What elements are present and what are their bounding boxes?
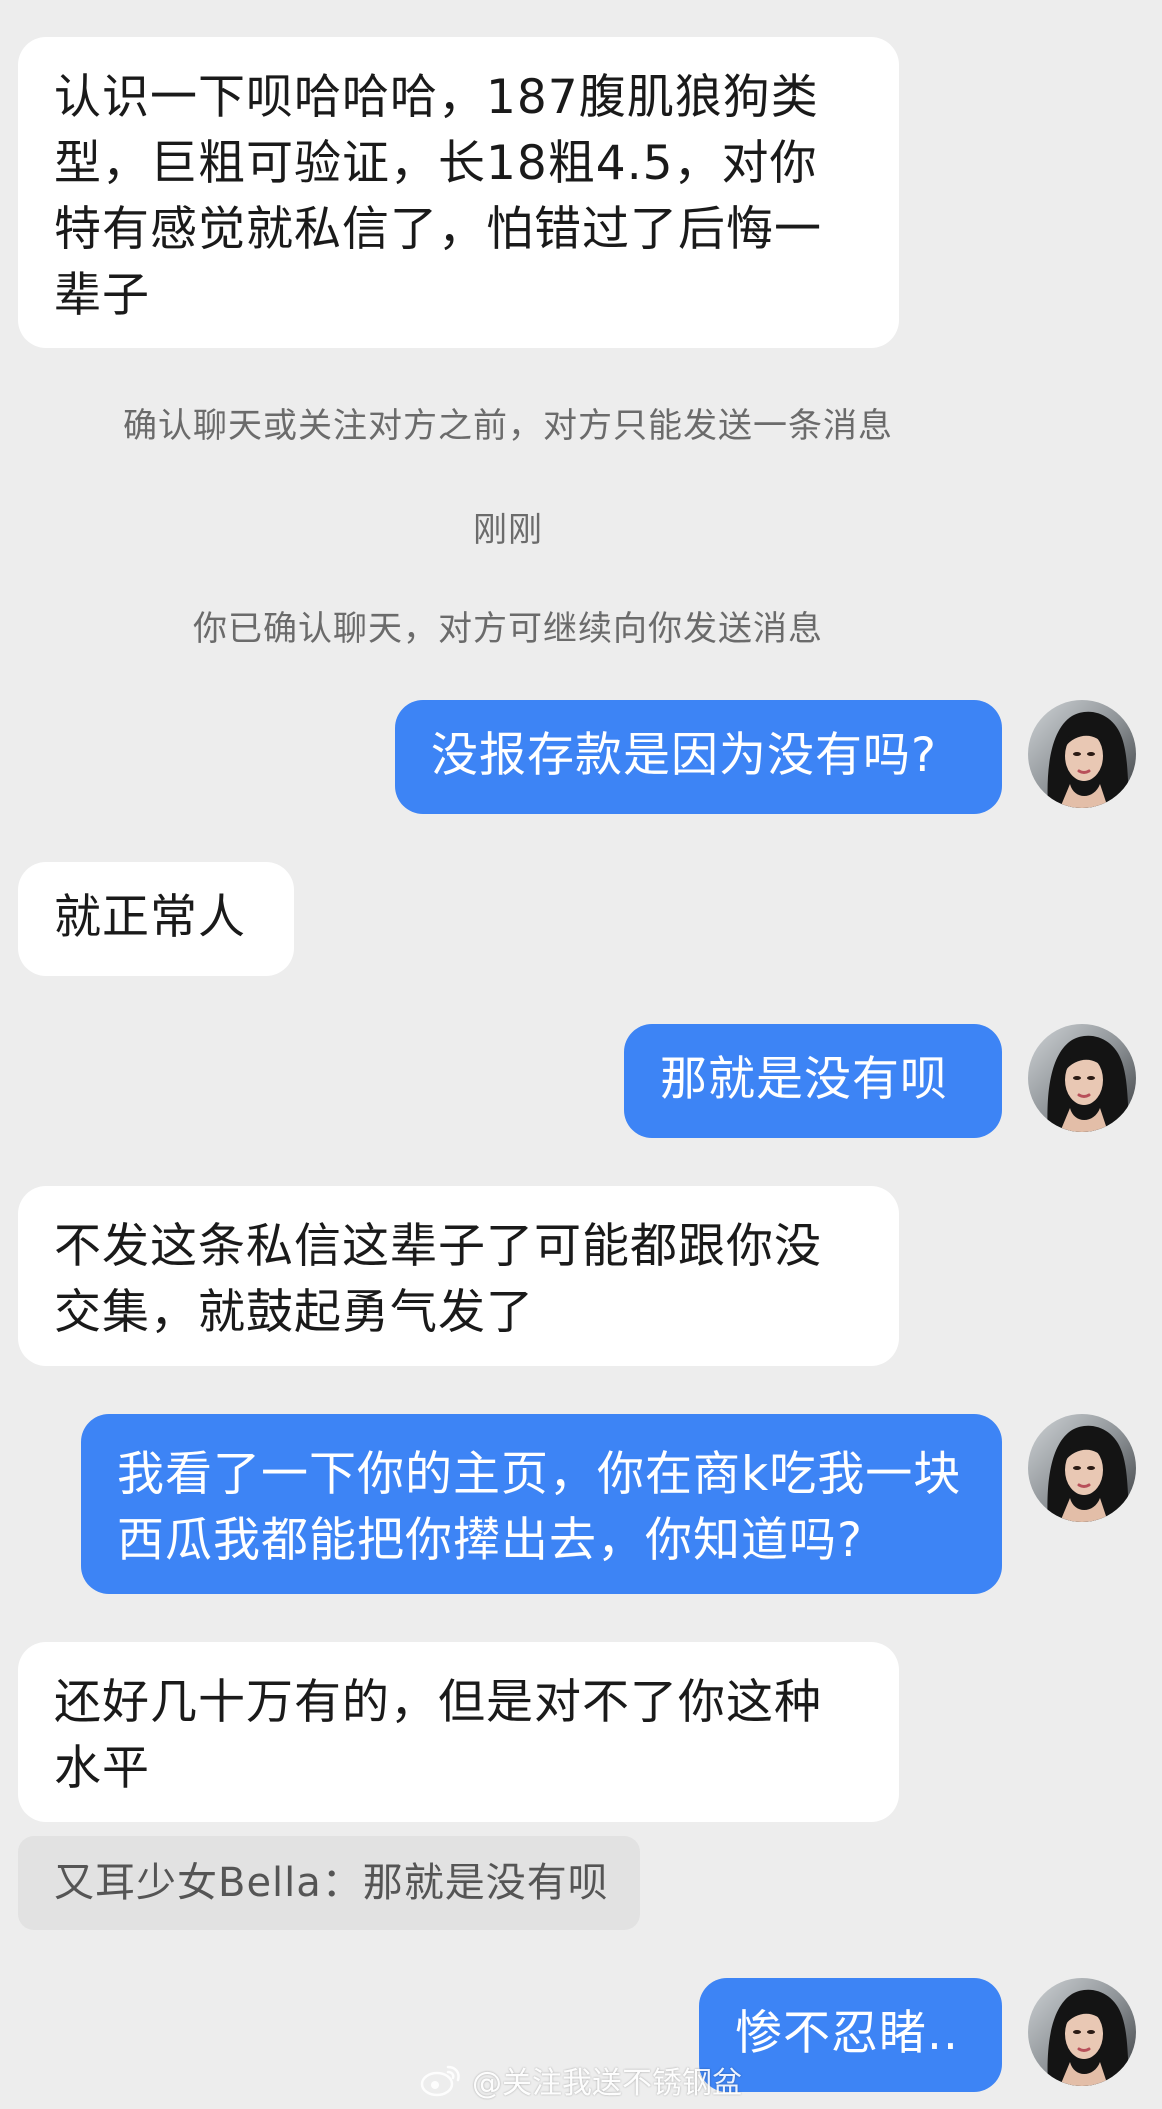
my-avatar[interactable] (1028, 1978, 1136, 2086)
incoming-message-bubble[interactable]: 认识一下呗哈哈哈，187腹肌狼狗类型，巨粗可验证，长18粗4.5，对你特有感觉就… (18, 37, 899, 348)
message-timestamp: 刚刚 (473, 510, 543, 550)
outgoing-message-bubble[interactable]: 我看了一下你的主页，你在商k吃我一块西瓜我都能把你撵出去，你知道吗? (81, 1414, 1002, 1594)
message-text: 没报存款是因为没有吗? (431, 728, 937, 783)
chat-restriction-notice: 确认聊天或关注对方之前，对方只能发送一条消息 (123, 406, 893, 446)
avatar-portrait-icon (1028, 1978, 1136, 2086)
outgoing-message-bubble[interactable]: 那就是没有呗 (624, 1024, 1002, 1138)
message-text: 就正常人 (54, 890, 246, 945)
outgoing-message-bubble[interactable]: 没报存款是因为没有吗? (395, 700, 1002, 814)
weibo-watermark: @关注我送不锈钢盆 (420, 2058, 742, 2102)
message-text: 那就是没有呗 (660, 1052, 948, 1107)
quoted-reply[interactable]: 又耳少女Bella：那就是没有呗 (18, 1836, 640, 1930)
weibo-logo-icon (420, 2065, 460, 2097)
chat-confirmed-notice: 你已确认聊天，对方可继续向你发送消息 (193, 609, 823, 649)
message-text: 还好几十万有的，但是对不了你这种水平 (54, 1675, 822, 1796)
message-text: 惨不忍睹.. (735, 2006, 959, 2061)
avatar-portrait-icon (1028, 1414, 1136, 1522)
my-avatar[interactable] (1028, 700, 1136, 808)
outgoing-message-bubble[interactable]: 惨不忍睹.. (699, 1978, 1002, 2092)
watermark-text: @关注我送不锈钢盆 (472, 2066, 742, 2101)
incoming-message-bubble[interactable]: 就正常人 (18, 862, 294, 976)
my-avatar[interactable] (1028, 1024, 1136, 1132)
message-text: 我看了一下你的主页，你在商k吃我一块西瓜我都能把你撵出去，你知道吗? (117, 1447, 962, 1568)
incoming-message-bubble[interactable]: 还好几十万有的，但是对不了你这种水平 (18, 1642, 899, 1822)
avatar-portrait-icon (1028, 700, 1136, 808)
incoming-message-bubble[interactable]: 不发这条私信这辈子了可能都跟你没交集，就鼓起勇气发了 (18, 1186, 899, 1366)
my-avatar[interactable] (1028, 1414, 1136, 1522)
message-text: 不发这条私信这辈子了可能都跟你没交集，就鼓起勇气发了 (54, 1219, 822, 1340)
avatar-portrait-icon (1028, 1024, 1136, 1132)
message-text: 认识一下呗哈哈哈，187腹肌狼狗类型，巨粗可验证，长18粗4.5，对你特有感觉就… (54, 70, 822, 323)
